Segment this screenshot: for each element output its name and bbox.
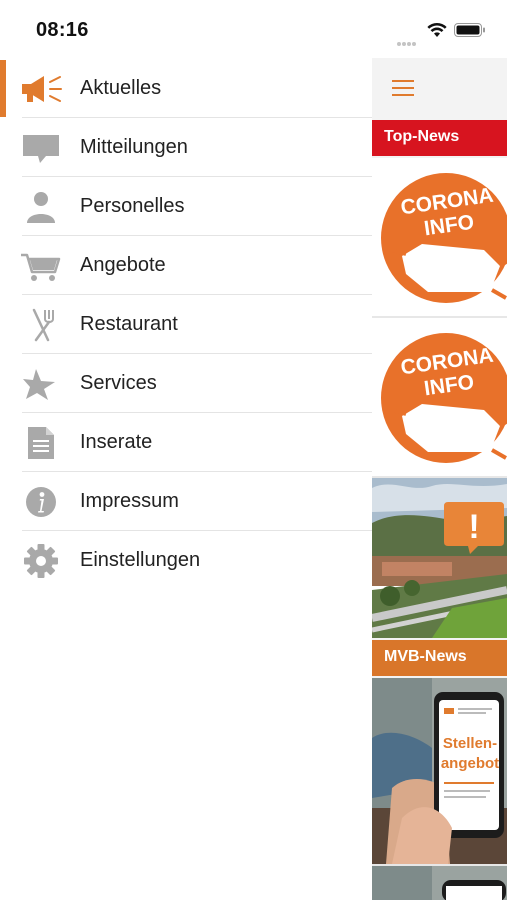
fork-knife-icon — [20, 307, 62, 343]
job-text-line1: Stellen- — [443, 735, 497, 752]
cellular-signal-icon — [397, 33, 417, 46]
content-panel: Top-News CORONA INFO CORONA INFO ! MVB-N… — [372, 58, 507, 900]
menu-item-restaurant[interactable]: Restaurant — [0, 295, 372, 354]
news-card-corona-info[interactable]: CORONA INFO — [372, 158, 507, 316]
info-icon — [20, 484, 62, 520]
side-menu: Aktuelles Mitteilungen Personelles Angeb… — [0, 58, 372, 900]
news-card-job-offer[interactable]: Stellen- angebot — [372, 678, 507, 864]
person-icon — [20, 189, 62, 225]
menu-item-impressum[interactable]: Impressum — [0, 472, 372, 531]
menu-item-inserate[interactable]: Inserate — [0, 413, 372, 472]
job-text-line2: angebot — [441, 755, 499, 772]
star-icon — [20, 366, 62, 402]
speech-bubble-icon — [20, 130, 62, 166]
status-time: 08:16 — [36, 19, 89, 41]
menu-item-label: Restaurant — [80, 313, 178, 335]
menu-item-label: Angebote — [80, 254, 166, 276]
menu-item-einstellungen[interactable]: Einstellungen — [0, 531, 372, 590]
news-card-partial[interactable] — [372, 866, 507, 900]
menu-item-label: Inserate — [80, 431, 153, 453]
megaphone-icon — [20, 71, 62, 107]
alert-icon: ! — [468, 508, 479, 546]
corona-info-badge: CORONA INFO — [372, 318, 507, 476]
gear-icon — [20, 543, 62, 579]
mvb-news-header: MVB-News — [372, 640, 507, 676]
shopping-cart-icon — [20, 248, 62, 284]
phone-photo: Stellen- angebot — [372, 678, 507, 864]
menu-item-label: Services — [80, 372, 157, 394]
document-icon — [20, 425, 62, 461]
menu-item-services[interactable]: Services — [0, 354, 372, 413]
menu-item-label: Mitteilungen — [80, 136, 188, 158]
menu-item-aktuelles[interactable]: Aktuelles — [0, 59, 372, 118]
landscape-photo: ! — [372, 478, 507, 638]
status-bar: 08:16 — [0, 0, 507, 58]
menu-item-personelles[interactable]: Personelles — [0, 177, 372, 236]
hamburger-menu-icon[interactable] — [392, 80, 414, 98]
menu-item-label: Einstellungen — [80, 549, 201, 571]
news-card-corona-info[interactable]: CORONA INFO — [372, 318, 507, 476]
corona-info-badge: CORONA INFO — [372, 158, 507, 316]
menu-item-angebote[interactable]: Angebote — [0, 236, 372, 295]
phone-photo — [372, 866, 507, 900]
menu-item-mitteilungen[interactable]: Mitteilungen — [0, 118, 372, 177]
battery-icon — [454, 23, 485, 37]
top-news-header: Top-News — [372, 120, 507, 156]
wifi-icon — [427, 22, 447, 37]
menu-item-label: Aktuelles — [80, 77, 162, 99]
news-card-alert-photo[interactable]: ! — [372, 478, 507, 638]
menu-item-label: Impressum — [80, 490, 179, 512]
menu-item-label: Personelles — [80, 195, 185, 217]
